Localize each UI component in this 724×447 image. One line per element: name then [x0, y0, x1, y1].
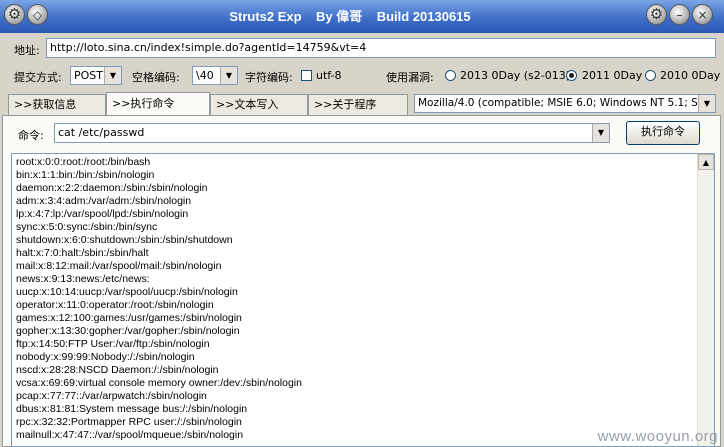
vuln-radio-2011[interactable] [566, 70, 577, 81]
url-input[interactable]: http://loto.sina.cn/index!simple.do?agen… [46, 38, 716, 58]
output-line: ftp:x:14:50:FTP User:/var/ftp:/sbin/nolo… [16, 338, 210, 350]
command-label: 命令: [18, 129, 44, 142]
output-line: dbus:x:81:81:System message bus:/:/sbin/… [16, 403, 248, 415]
output-line: daemon:x:2:2:daemon:/sbin:/sbin/nologin [16, 182, 208, 194]
output-line: bin:x:1:1:bin:/bin:/sbin/nologin [16, 169, 155, 181]
chevron-down-icon[interactable]: ▼ [592, 124, 609, 142]
output-lines: root:x:0:0:root:/root:/bin/bash bin:x:1:… [16, 156, 696, 442]
pin-icon[interactable]: ◇ [27, 4, 48, 25]
tab-get-info[interactable]: >>获取信息 [8, 94, 106, 115]
output-line: nobody:x:99:99:Nobody:/:/sbin/nologin [16, 351, 195, 363]
output-line: pcap:x:77:77::/var/arpwatch:/sbin/nologi… [16, 390, 207, 402]
charset-checkbox[interactable] [301, 70, 312, 81]
minimize-icon[interactable]: – [669, 4, 690, 25]
vuln-option-label: 2013 0Day (s2-013) [460, 69, 570, 82]
gear-icon[interactable]: ⚙ [4, 4, 25, 25]
scroll-up-icon[interactable]: ▲ [698, 154, 714, 170]
method-select[interactable]: POST ▼ [70, 66, 122, 85]
space-encoding-value: \40 [196, 69, 214, 82]
vuln-radio-2010[interactable] [645, 70, 656, 81]
chevron-down-icon[interactable]: ▼ [698, 95, 715, 112]
tab-about[interactable]: >>关于程序 [308, 94, 408, 115]
output-line: lp:x:4:7:lp:/var/spool/lpd:/sbin/nologin [16, 208, 189, 220]
method-value: POST [74, 69, 103, 82]
output-line: shutdown:x:6:0:shutdown:/sbin:/sbin/shut… [16, 234, 233, 246]
user-agent-value: Mozilla/4.0 (compatible; MSIE 6.0; Windo… [418, 97, 716, 109]
command-value: cat /etc/passwd [58, 126, 145, 139]
tab-write-text[interactable]: >>文本写入 [210, 94, 308, 115]
charset-label: 字符编码: [245, 71, 293, 84]
output-line: adm:x:3:4:adm:/var/adm:/sbin/nologin [16, 195, 192, 207]
title-bar: ⚙ ◇ Struts2 Exp By 偉哥 Build 20130615 ⚙ –… [0, 0, 724, 33]
output-line: news:x:9:13:news:/etc/news: [16, 273, 150, 285]
output-line: mail:x:8:12:mail:/var/spool/mail:/sbin/n… [16, 260, 222, 272]
output-line: gopher:x:13:30:gopher:/var/gopher:/sbin/… [16, 325, 240, 337]
output-line: nscd:x:28:28:NSCD Daemon:/:/sbin/nologin [16, 364, 219, 376]
output-textarea[interactable]: root:x:0:0:root:/root:/bin/bash bin:x:1:… [11, 153, 715, 447]
space-encoding-label: 空格编码: [132, 71, 180, 84]
output-line: sync:x:5:0:sync:/sbin:/bin/sync [16, 221, 158, 233]
execute-command-button[interactable]: 执行命令 [626, 121, 700, 145]
watermark: www.wooyun.org [597, 428, 718, 445]
output-line: operator:x:11:0:operator:/root:/sbin/nol… [16, 299, 214, 311]
tab-execute-command[interactable]: >>执行命令 [106, 92, 210, 116]
close-icon[interactable]: × [692, 4, 713, 25]
vuln-label: 使用漏洞: [386, 71, 434, 84]
url-label: 地址: [14, 44, 40, 57]
space-encoding-select[interactable]: \40 ▼ [192, 66, 238, 85]
output-line: mailnull:x:47:47::/var/spool/mqueue:/sbi… [16, 429, 244, 441]
chevron-down-icon[interactable]: ▼ [220, 67, 237, 84]
gear-icon[interactable]: ⚙ [646, 4, 667, 25]
output-line: games:x:12:100:games:/usr/games:/sbin/no… [16, 312, 242, 324]
chevron-down-icon[interactable]: ▼ [104, 67, 121, 84]
output-line: rpc:x:32:32:Portmapper RPC user:/:/sbin/… [16, 416, 242, 428]
vuln-option-label: 2011 0Day [582, 69, 643, 82]
charset-option-label: utf-8 [316, 69, 342, 82]
output-line: vcsa:x:69:69:virtual console memory owne… [16, 377, 302, 389]
method-label: 提交方式: [14, 71, 62, 84]
output-line: halt:x:7:0:halt:/sbin:/sbin/halt [16, 247, 149, 259]
vuln-option-label: 2010 0Day [660, 69, 721, 82]
vuln-radio-2013[interactable] [445, 70, 456, 81]
window-title: Struts2 Exp By 偉哥 Build 20130615 [229, 9, 471, 24]
output-line: root:x:0:0:root:/root:/bin/bash [16, 156, 151, 168]
command-input[interactable]: cat /etc/passwd ▼ [54, 123, 610, 143]
output-line: uucp:x:10:14:uucp:/var/spool/uucp:/sbin/… [16, 286, 238, 298]
output-scrollbar[interactable]: ▲ [697, 154, 714, 446]
user-agent-select[interactable]: Mozilla/4.0 (compatible; MSIE 6.0; Windo… [414, 94, 716, 113]
